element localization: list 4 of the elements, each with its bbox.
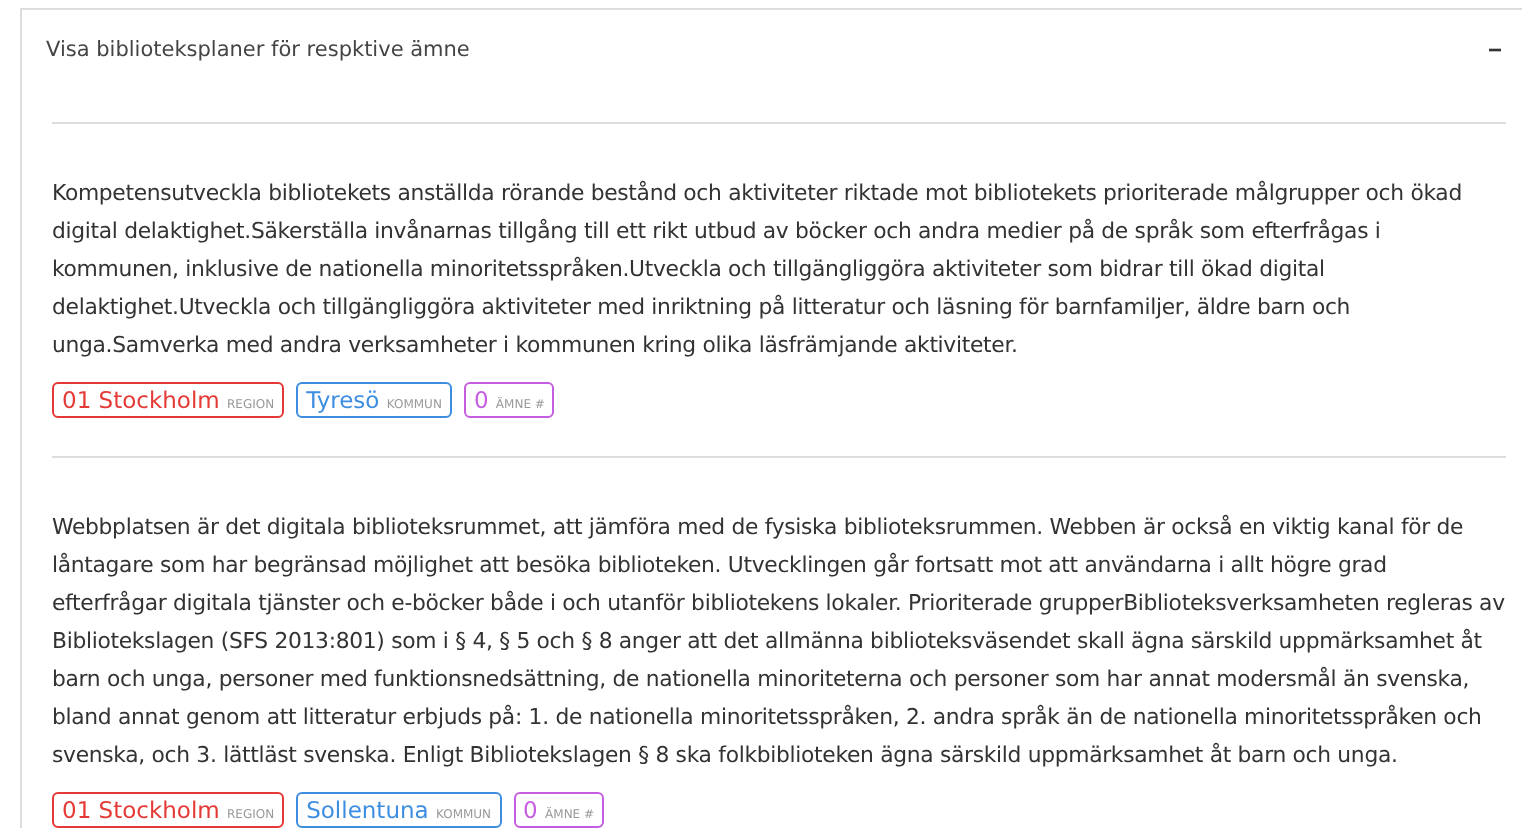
collapse-button[interactable]: −: [1487, 36, 1502, 64]
panel-title: Visa biblioteksplaner för respktive ämne: [46, 38, 470, 62]
plan-text: Webbplatsen är det digitala biblioteksrummet, att jämföra med de fysiska biblioteksrummen. Webben är också en viktig kanal för de låntagare som har begränsad möjlighet att besöka biblioteken. Utvecklingen går fortsatt mot att användarna i allt högre grad efterfrågar digitala tjänster och e-böcker både i och utanför bibliotekens lokaler. Prioriterade grupperBiblioteksverksamheten regleras av Bibliotekslagen (SFS 2013:801) som i § 4, § 5 och § 8 anger att det allmänna biblioteksväsendet skall ägna särskild uppmärksamhet åt barn och unga, personer med funktionsnedsättning, de nationella minoriteterna och personer som har annat modersmål än svenska, bland annat genom att litteratur erbjuds på: 1. de nationella minoritetsspråken, 2. andra språk än de nationella minoritetsspråken och svenska, och 3. lättläst svenska. Enligt Bibliotekslagen § 8 ska folkbiblioteken ägna särskild uppmärksamhet åt barn och unga.: [52, 512, 1506, 772]
plan-text: Kompetensutveckla bibliotekets anställda rörande bestånd och aktiviteter riktade mot bibliotekets prioriterade målgrupper och ökad digital delaktighet.Säkerställa invånarnas tillgång till ett rikt utbud av böcker och andra medier på de språk som efterfrågas i kommunen, inklusive de nationella minoritetsspråken.Utveckla och tillgängliggöra aktiviteter som bidrar till ökad digital delaktighet.Utveckla och tillgängliggöra aktiviteter med inriktning på litteratur och läsning för barnfamiljer, äldre barn och unga.Samverka med andra verksamheter i kommunen kring olika läsfrämjande aktiviteter.: [52, 178, 1464, 362]
